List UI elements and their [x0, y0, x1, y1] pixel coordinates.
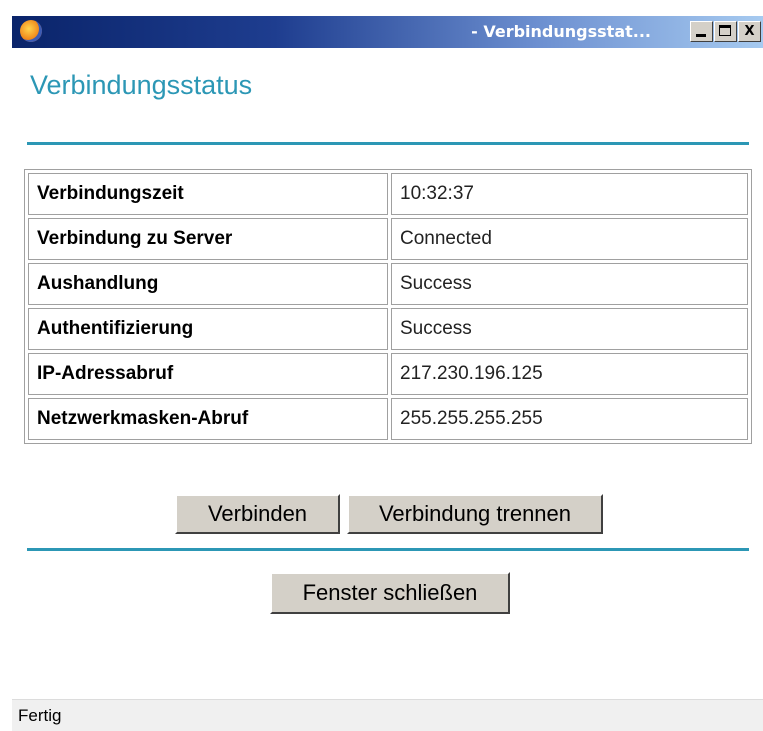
- table-row: Aushandlung Success: [28, 263, 748, 305]
- status-bar: Fertig: [12, 699, 763, 731]
- close-window-button[interactable]: Fenster schließen: [270, 572, 510, 614]
- window-title: - Verbindungsstat...: [471, 22, 651, 41]
- disconnect-button[interactable]: Verbindung trennen: [347, 494, 603, 534]
- close-button[interactable]: X: [738, 21, 761, 42]
- row-label: Netzwerkmasken-Abruf: [28, 398, 388, 440]
- table-row: Authentifizierung Success: [28, 308, 748, 350]
- row-label: Verbindung zu Server: [28, 218, 388, 260]
- row-value: Connected: [391, 218, 748, 260]
- divider-top: [27, 142, 749, 145]
- row-value: 255.255.255.255: [391, 398, 748, 440]
- maximize-icon: [719, 25, 731, 36]
- row-label: Verbindungszeit: [28, 173, 388, 215]
- row-label: Aushandlung: [28, 263, 388, 305]
- popup-window: - Verbindungsstat... X Verbindungsstatus…: [12, 16, 763, 731]
- divider-middle: [27, 548, 749, 551]
- minimize-icon: [696, 34, 706, 37]
- row-label: Authentifizierung: [28, 308, 388, 350]
- table-row: IP-Adressabruf 217.230.196.125: [28, 353, 748, 395]
- page-title: Verbindungsstatus: [30, 70, 253, 100]
- table-row: Verbindungszeit 10:32:37: [28, 173, 748, 215]
- title-bar[interactable]: - Verbindungsstat... X: [12, 16, 763, 48]
- row-value: 217.230.196.125: [391, 353, 748, 395]
- maximize-button[interactable]: [714, 21, 737, 42]
- close-icon: X: [744, 24, 755, 39]
- status-text: Fertig: [18, 706, 62, 725]
- firefox-icon[interactable]: [20, 20, 42, 42]
- connect-button[interactable]: Verbinden: [175, 494, 340, 534]
- table-row: Verbindung zu Server Connected: [28, 218, 748, 260]
- row-value: 10:32:37: [391, 173, 748, 215]
- minimize-button[interactable]: [690, 21, 713, 42]
- row-value: Success: [391, 308, 748, 350]
- connection-status-table: Verbindungszeit 10:32:37 Verbindung zu S…: [24, 169, 752, 444]
- table-row: Netzwerkmasken-Abruf 255.255.255.255: [28, 398, 748, 440]
- row-value: Success: [391, 263, 748, 305]
- row-label: IP-Adressabruf: [28, 353, 388, 395]
